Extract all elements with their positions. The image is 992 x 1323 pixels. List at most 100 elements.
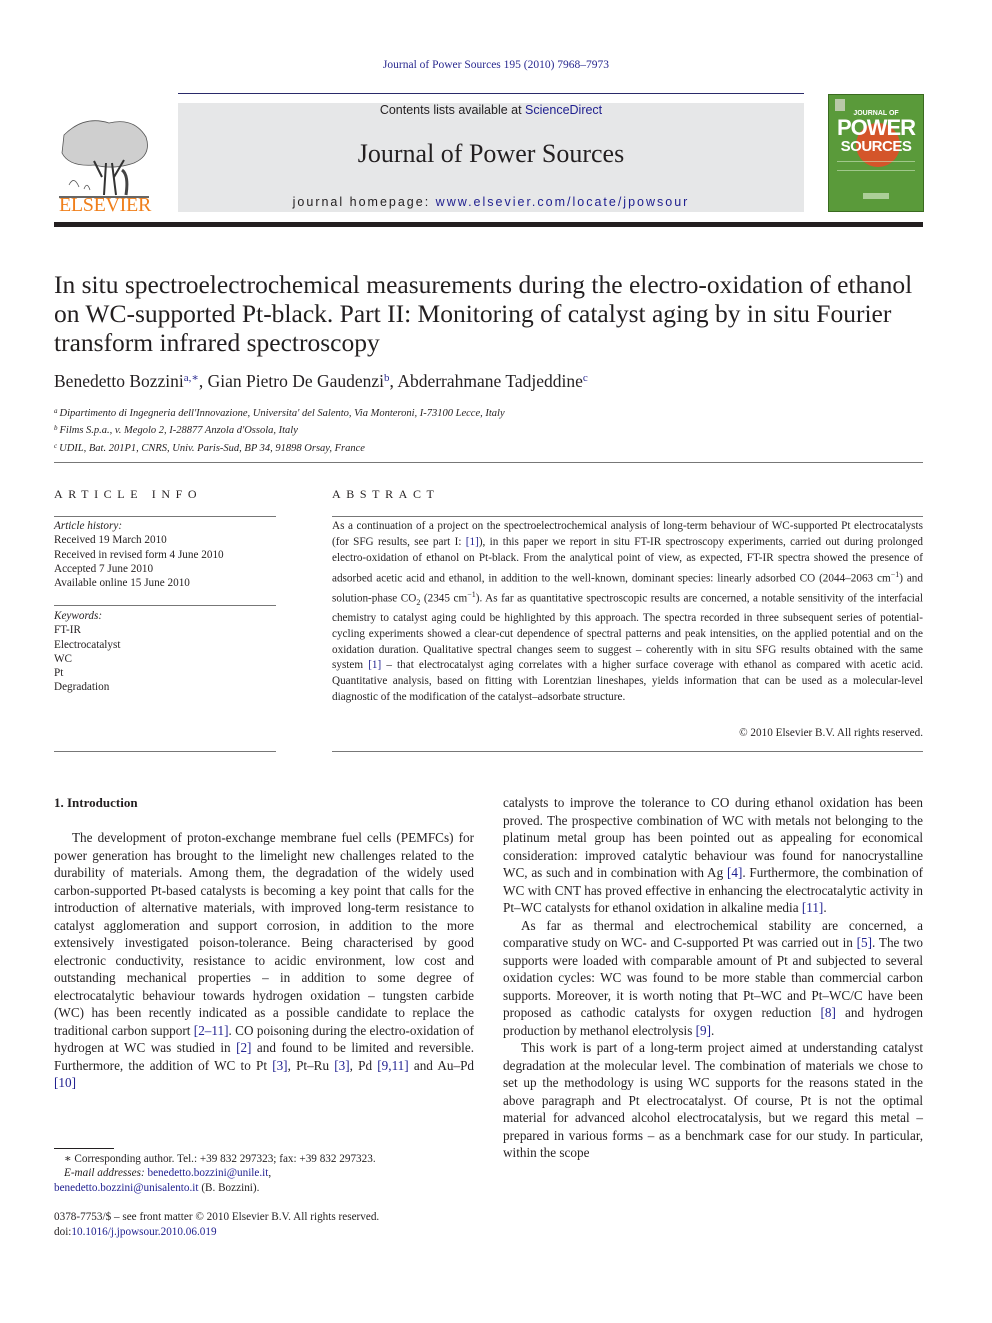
citation-link[interactable]: [4] <box>727 865 742 880</box>
author-name[interactable]: Abderrahmane Tadjeddine <box>397 371 583 391</box>
affiliation-text: Films S.p.a., v. Megolo 2, I-28877 Anzol… <box>59 425 298 437</box>
text-segment: This work is part of a long-term project… <box>503 1040 923 1160</box>
citation-link[interactable]: [3] <box>272 1058 287 1073</box>
citation-link[interactable]: [1] <box>368 659 381 671</box>
front-matter: 0378-7753/$ – see front matter © 2010 El… <box>54 1210 484 1240</box>
paragraph: This work is part of a long-term project… <box>503 1039 923 1162</box>
email-label: E-mail addresses: <box>64 1167 148 1180</box>
affiliation-mark: c <box>54 441 58 450</box>
history-item: Received in revised form 4 June 2010 <box>54 548 224 561</box>
citation-link[interactable]: [1] <box>466 536 479 548</box>
keywords-label: Keywords: <box>54 610 103 622</box>
email-link[interactable]: benedetto.bozzini@unisalento.it <box>54 1182 199 1194</box>
citation-link[interactable]: [2] <box>236 1040 251 1055</box>
footnote: ∗ Corresponding author. Tel.: +39 832 29… <box>54 1152 484 1195</box>
contents-line: Contents lists available at ScienceDirec… <box>178 103 804 117</box>
homepage-prefix: journal homepage: <box>292 195 436 209</box>
article-history: Article history: Received 19 March 2010 … <box>54 519 276 590</box>
citation-link[interactable]: [2–11] <box>194 1023 229 1038</box>
citation-link[interactable]: [5] <box>857 935 872 950</box>
keywords: Keywords: FT-IR Electrocatalyst WC Pt De… <box>54 609 276 695</box>
author-list: Benedetto Bozzinia,∗, Gian Pietro De Gau… <box>54 371 934 392</box>
email-line: benedetto.bozzini@unisalento.it (B. Bozz… <box>54 1181 484 1195</box>
journal-name: Journal of Power Sources <box>357 139 625 168</box>
keyword-item: Degradation <box>54 681 110 694</box>
author-name[interactable]: Gian Pietro De Gaudenzi <box>208 371 384 391</box>
citation-link[interactable]: [9,11] <box>377 1058 408 1073</box>
body-column-right: catalysts to improve the tolerance to CO… <box>503 794 923 1162</box>
elsevier-logo-text[interactable]: ELSEVIER <box>54 194 156 217</box>
keyword-item: Electrocatalyst <box>54 638 121 651</box>
paragraph: As far as thermal and electrochemical st… <box>503 917 923 1040</box>
text-segment: and Au–Pd <box>408 1057 475 1073</box>
issn-line: 0378-7753/$ – see front matter © 2010 El… <box>54 1211 380 1223</box>
abstract-rule <box>332 516 923 517</box>
affiliation-item: c UDIL, Bat. 201P1, CNRS, Univ. Paris-Sud… <box>54 439 934 456</box>
article-info-heading: ARTICLE INFO <box>54 487 203 501</box>
affiliation-mark: b <box>54 424 58 433</box>
superscript: −1 <box>890 569 900 579</box>
doi-link[interactable]: 10.1016/j.jpowsour.2010.06.019 <box>71 1226 216 1238</box>
text-segment: , Pd <box>349 1057 378 1073</box>
running-header[interactable]: Journal of Power Sources 195 (2010) 7968… <box>0 59 992 71</box>
text-segment: The development of proton-exchange membr… <box>54 830 474 1038</box>
email-line: E-mail addresses: benedetto.bozzini@unil… <box>64 1167 272 1180</box>
homepage-line: journal homepage: www.elsevier.com/locat… <box>178 195 804 209</box>
abstract-heading: ABSTRACT <box>332 487 440 501</box>
affiliation-text: UDIL, Bat. 201P1, CNRS, Univ. Paris-Sud,… <box>59 442 365 454</box>
history-item: Available online 15 June 2010 <box>54 577 190 590</box>
affiliation-item: a Dipartimento di Ingegneria dell'Innovaz… <box>54 404 934 421</box>
history-item: Received 19 March 2010 <box>54 534 167 547</box>
author-affiliation-mark[interactable]: a,∗ <box>184 372 199 384</box>
citation-link[interactable]: [9] <box>696 1023 711 1038</box>
cover-title-line2: SOURCES <box>840 138 912 155</box>
email-link[interactable]: benedetto.bozzini@unile.it <box>147 1167 268 1179</box>
paragraph: The development of proton-exchange membr… <box>54 829 474 1092</box>
affiliation-text: Dipartimento di Ingegneria dell'Innovazi… <box>59 408 505 419</box>
email-suffix: (B. Bozzini). <box>198 1181 260 1194</box>
section-heading-introduction: 1. Introduction <box>54 795 138 810</box>
masthead-bottom-rule <box>54 222 923 227</box>
article-info-rule <box>54 516 276 517</box>
doi-prefix: doi: <box>54 1226 72 1238</box>
cover-tagline <box>837 161 915 171</box>
affiliation-mark: a <box>54 407 58 415</box>
doi-line: doi:10.1016/j.jpowsour.2010.06.019 <box>54 1225 484 1240</box>
sciencedirect-link[interactable]: ScienceDirect <box>525 103 602 117</box>
affiliations: a Dipartimento di Ingegneria dell'Innovaz… <box>54 404 934 456</box>
keyword-item: FT-IR <box>54 624 81 637</box>
body-column-left: The development of proton-exchange membr… <box>54 829 474 1092</box>
history-item: Accepted 7 June 2010 <box>54 562 154 575</box>
abstract-text: As a continuation of a project on the sp… <box>332 519 923 706</box>
masthead-top-rule <box>178 93 804 94</box>
cover-publisher-mark-icon <box>863 193 889 199</box>
footnote-rule <box>54 1148 114 1149</box>
journal-homepage-link[interactable]: www.elsevier.com/locate/jpowsour <box>436 195 690 209</box>
cover-title-line1: POWER <box>836 115 916 140</box>
corresponding-author-note: ∗ Corresponding author. Tel.: +39 832 29… <box>64 1153 376 1165</box>
article-info-rule <box>54 605 276 606</box>
abstract-rule <box>332 751 923 752</box>
article-title: In situ spectroelectrochemical measureme… <box>54 270 913 357</box>
author-affiliation-mark[interactable]: c <box>583 372 588 384</box>
contents-prefix: Contents lists available at <box>379 103 526 117</box>
citation-link[interactable]: [3] <box>334 1058 349 1073</box>
paragraph: catalysts to improve the tolerance to CO… <box>503 794 923 917</box>
superscript: −1 <box>467 590 476 600</box>
abstract-copyright: © 2010 Elsevier B.V. All rights reserved… <box>739 727 923 739</box>
author-name[interactable]: Benedetto Bozzini <box>54 371 184 391</box>
citation-link[interactable]: [8] <box>820 1005 835 1020</box>
text-segment: . <box>711 1022 715 1038</box>
keyword-item: Pt <box>54 667 64 680</box>
citation-link[interactable]: [10] <box>54 1075 76 1090</box>
abstract-segment: (2345 cm <box>420 592 468 605</box>
author-separator: , <box>198 371 208 391</box>
citation-link[interactable]: [11] <box>802 900 823 915</box>
affiliation-item: b Films S.p.a., v. Megolo 2, I-28877 Anzo… <box>54 421 934 438</box>
keyword-item: WC <box>54 652 73 665</box>
section-divider <box>54 462 923 463</box>
article-info-rule <box>54 751 276 752</box>
journal-cover-image[interactable]: JOURNAL OF POWER SOURCES <box>828 94 924 212</box>
text-segment: , Pt–Ru <box>287 1057 335 1073</box>
text-segment: . <box>823 900 827 915</box>
